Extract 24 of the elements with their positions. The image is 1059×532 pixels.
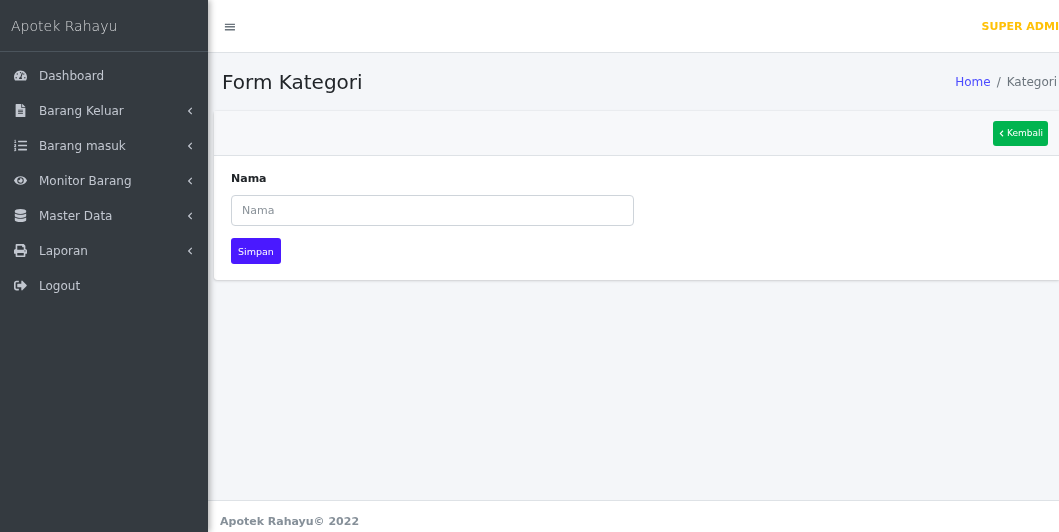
chevron-icon [998, 129, 1005, 137]
footer-text: Apotek Rahayu© 2022 [220, 515, 360, 528]
eye-icon [13, 173, 27, 188]
logout-icon [13, 278, 27, 293]
name-field[interactable]: Nama [231, 195, 634, 226]
breadcrumb-separator: / [996, 75, 1001, 89]
sidebar-item[interactable]: Monitor Barang [0, 163, 208, 198]
printer-icon [13, 243, 27, 258]
save-button[interactable]: Simpan [231, 238, 281, 264]
sidebar-item[interactable]: Barang Keluar [0, 93, 208, 128]
sidebar-item[interactable]: Master Data [0, 198, 208, 233]
field-label: Nama [231, 172, 268, 185]
sidebar-item[interactable]: Logout [0, 268, 208, 303]
database-icon [13, 208, 27, 223]
sidebar-item[interactable]: Laporan [0, 233, 208, 268]
sidebar-item[interactable]: Barang masuk [0, 128, 208, 163]
dashboard-icon [13, 68, 27, 83]
menu-button[interactable]: ≡ [223, 16, 237, 36]
breadcrumb-link[interactable]: Home [955, 75, 991, 89]
file-icon [13, 103, 27, 118]
list-icon [13, 138, 27, 153]
sidebar-item[interactable]: Dashboard [0, 58, 208, 93]
breadcrumb-current: Kategori [1006, 75, 1057, 89]
page-title: Form Kategori [222, 70, 363, 94]
